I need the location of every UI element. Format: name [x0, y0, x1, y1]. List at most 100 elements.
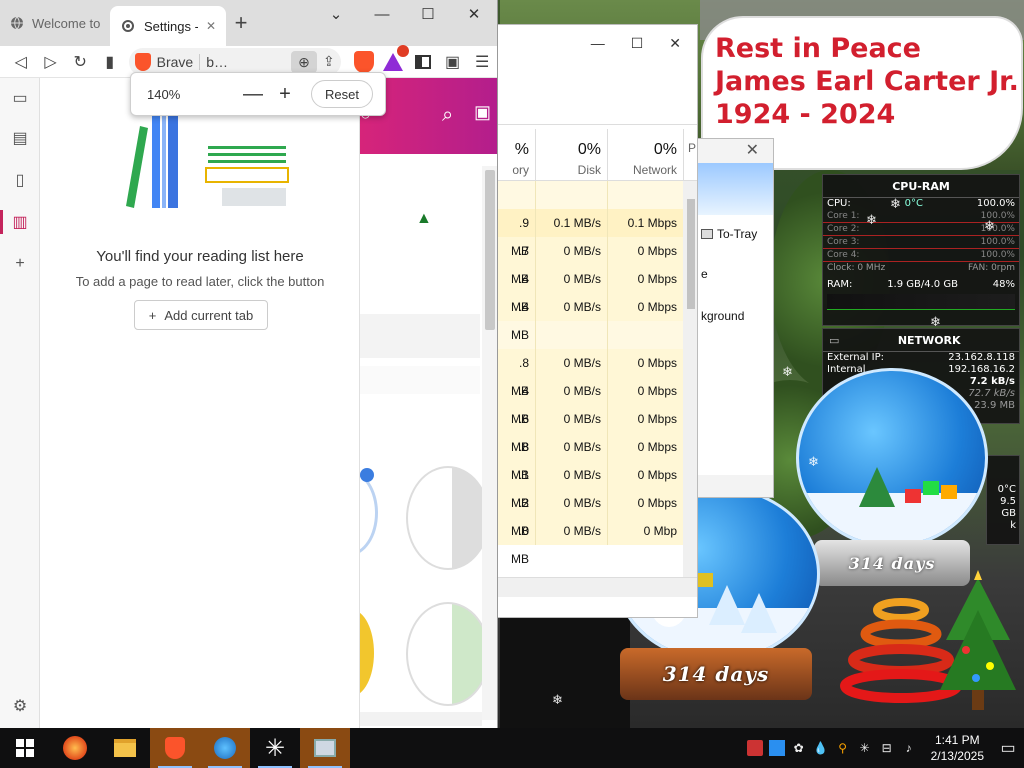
tray-network-icon[interactable]: ⊟ [879, 740, 895, 756]
wallet-button[interactable]: ▣ [438, 48, 468, 76]
new-tab-button[interactable]: + [226, 10, 256, 36]
tab-close-icon[interactable]: ✕ [206, 19, 216, 33]
task-manager-window[interactable]: — ☐ ✕ % ory 0% Disk 0% Network P .9 MB 0.… [496, 24, 698, 618]
total-traffic: 23.9 MB [974, 400, 1015, 411]
settings-gear-icon: ⚙ [12, 698, 28, 715]
rewards-triangle-icon [383, 44, 410, 71]
snow-globe-presents[interactable] [796, 368, 988, 548]
network-header[interactable]: 0% Network [607, 129, 683, 180]
horizontal-scrollbar[interactable] [497, 577, 697, 597]
disk-widget[interactable]: 0°C 9.5 GB k [986, 455, 1020, 545]
to-tray-label: To-Tray [717, 227, 758, 241]
process-row[interactable] [497, 321, 683, 349]
tray-volume-icon[interactable]: ♪ [901, 740, 917, 756]
process-row[interactable]: .7 MB 0 MB/s 0 Mbps [497, 237, 683, 286]
tray-star-icon[interactable]: ✳ [857, 740, 873, 756]
brave-rewards-button[interactable] [378, 44, 410, 76]
tray-app-icon-2[interactable] [768, 740, 785, 756]
close-button[interactable]: ✕ [669, 35, 681, 52]
tray-drop-icon[interactable]: 💧 [813, 740, 829, 756]
zoom-out-button[interactable]: — [237, 83, 269, 106]
zoom-magnifier-icon[interactable]: ⊕ [291, 50, 318, 73]
add-current-tab-button[interactable]: + Add current tab [134, 300, 268, 330]
sidebar-toggle-button[interactable] [408, 48, 438, 76]
theme-circle[interactable] [360, 470, 378, 556]
brave-browser-window[interactable]: Welcome to B Settings - ✕ + ⌄ — ☐ ✕ ◁ ▷ … [0, 0, 498, 728]
taskbar-network-app[interactable] [200, 728, 250, 768]
close-button[interactable]: ✕ [451, 4, 497, 26]
page-horizontal-scrollbar[interactable] [360, 712, 482, 726]
menu-button[interactable]: ☰ [467, 48, 497, 76]
taskbar-picture-app[interactable] [300, 728, 350, 768]
network-cell: 0.1 Mbps [607, 209, 683, 237]
theme-circle[interactable] [360, 610, 374, 696]
notification-center-icon[interactable]: ▭ [1000, 740, 1016, 757]
process-list-scrollbar[interactable] [683, 181, 697, 577]
page-scrollbar[interactable] [482, 166, 497, 720]
theme-circle[interactable] [406, 602, 490, 706]
process-row[interactable]: .4 MB 0 MB/s 0 Mbps [497, 293, 683, 342]
taskbar-brave[interactable] [150, 728, 200, 768]
taskbar-clock[interactable]: 1:41 PM 2/13/2025 [931, 732, 984, 764]
reload-button[interactable]: ↻ [65, 48, 95, 76]
share-icon[interactable]: ⇪ [323, 53, 335, 70]
memory-header[interactable]: % ory [497, 129, 535, 180]
process-row[interactable] [497, 181, 683, 209]
settings-dialog[interactable]: ✕ To-Tray e kground [686, 138, 774, 498]
add-sidebar-item-button[interactable]: + [0, 248, 40, 280]
core-label: Core 1: [827, 211, 860, 221]
wallet-sidebar-button[interactable]: ▤ [0, 122, 40, 154]
dialog-item-e: e [701, 267, 708, 281]
zoom-in-button[interactable]: + [269, 83, 301, 106]
tab-search-dropdown-icon[interactable]: ⌄ [313, 4, 359, 26]
to-tray-option[interactable]: To-Tray [701, 227, 757, 241]
process-row[interactable]: .1 MB 0 MB/s 0 Mbps [497, 461, 683, 510]
wallet-icon: ▤ [12, 130, 28, 147]
network-cell: 0 Mbps [607, 265, 683, 293]
tray-app-icon-1[interactable] [746, 740, 763, 756]
reading-list-sidebar-button[interactable]: ▥ [0, 206, 40, 238]
bookmarks-sidebar-button[interactable]: ▯ [0, 164, 40, 196]
theme-circle[interactable] [406, 466, 490, 570]
forward-button[interactable]: ▷ [36, 48, 66, 76]
minimize-button[interactable]: — [359, 4, 405, 26]
scrollbar-thumb[interactable] [687, 199, 695, 309]
bookmark-button[interactable]: ▮ [95, 48, 125, 76]
video-call-button[interactable]: ▭ [0, 82, 40, 114]
process-row[interactable]: .0 MB 0 MB/s 0 Mbp [497, 517, 683, 566]
maximize-button[interactable]: ☐ [405, 4, 451, 26]
background-option[interactable]: kground [701, 309, 744, 323]
search-icon[interactable]: ⌕ [442, 104, 453, 127]
disk-header[interactable]: 0% Disk [535, 129, 607, 180]
taskbar-star-app[interactable]: ✳ [250, 728, 300, 768]
add-icon: + [15, 255, 25, 272]
process-row[interactable]: .9 MB 0.1 MB/s 0.1 Mbps [497, 209, 683, 258]
process-row[interactable]: .8 MB 0 MB/s 0 Mbps [497, 349, 683, 398]
network-globe-icon [214, 737, 236, 759]
maximize-button[interactable]: ☐ [631, 35, 644, 52]
back-button[interactable]: ◁ [6, 48, 36, 76]
start-button[interactable] [0, 728, 50, 768]
process-row[interactable]: .4 MB 0 MB/s 0 Mbps [497, 265, 683, 314]
sidebar-settings-button[interactable]: ⚙ [0, 690, 40, 722]
memorial-line-2: James Earl Carter Jr. [715, 66, 1019, 97]
save-icon[interactable]: ▣ [474, 102, 491, 123]
dialog-close-button[interactable]: ✕ [746, 142, 759, 159]
core-row: Core 1: 100.0% [823, 210, 1019, 223]
tab-settings[interactable]: Settings - ✕ [110, 6, 226, 46]
process-row[interactable]: .6 MB 0 MB/s 0 Mbps [497, 405, 683, 454]
christmas-tree-icon [940, 570, 1016, 710]
power-header[interactable]: P [683, 129, 697, 180]
zoom-reset-button[interactable]: Reset [311, 80, 373, 108]
tray-search-icon[interactable]: ⚲ [835, 740, 851, 756]
taskbar-file-explorer[interactable] [100, 728, 150, 768]
tab-welcome[interactable]: Welcome to B [0, 4, 110, 42]
minimize-button[interactable]: — [591, 35, 605, 51]
tray-app-icon-3[interactable]: ✿ [791, 740, 807, 756]
cpu-ram-widget[interactable]: CPU-RAM CPU: 0°C 100.0% Core 1: 100.0% Co… [822, 174, 1020, 326]
page-scrollbar-thumb[interactable] [485, 170, 495, 330]
process-row[interactable]: .2 MB 0 MB/s 0 Mbps [497, 489, 683, 538]
process-row[interactable]: .8 MB 0 MB/s 0 Mbps [497, 433, 683, 482]
taskbar-firefox[interactable] [50, 728, 100, 768]
process-row[interactable]: .4 MB 0 MB/s 0 Mbps [497, 377, 683, 426]
